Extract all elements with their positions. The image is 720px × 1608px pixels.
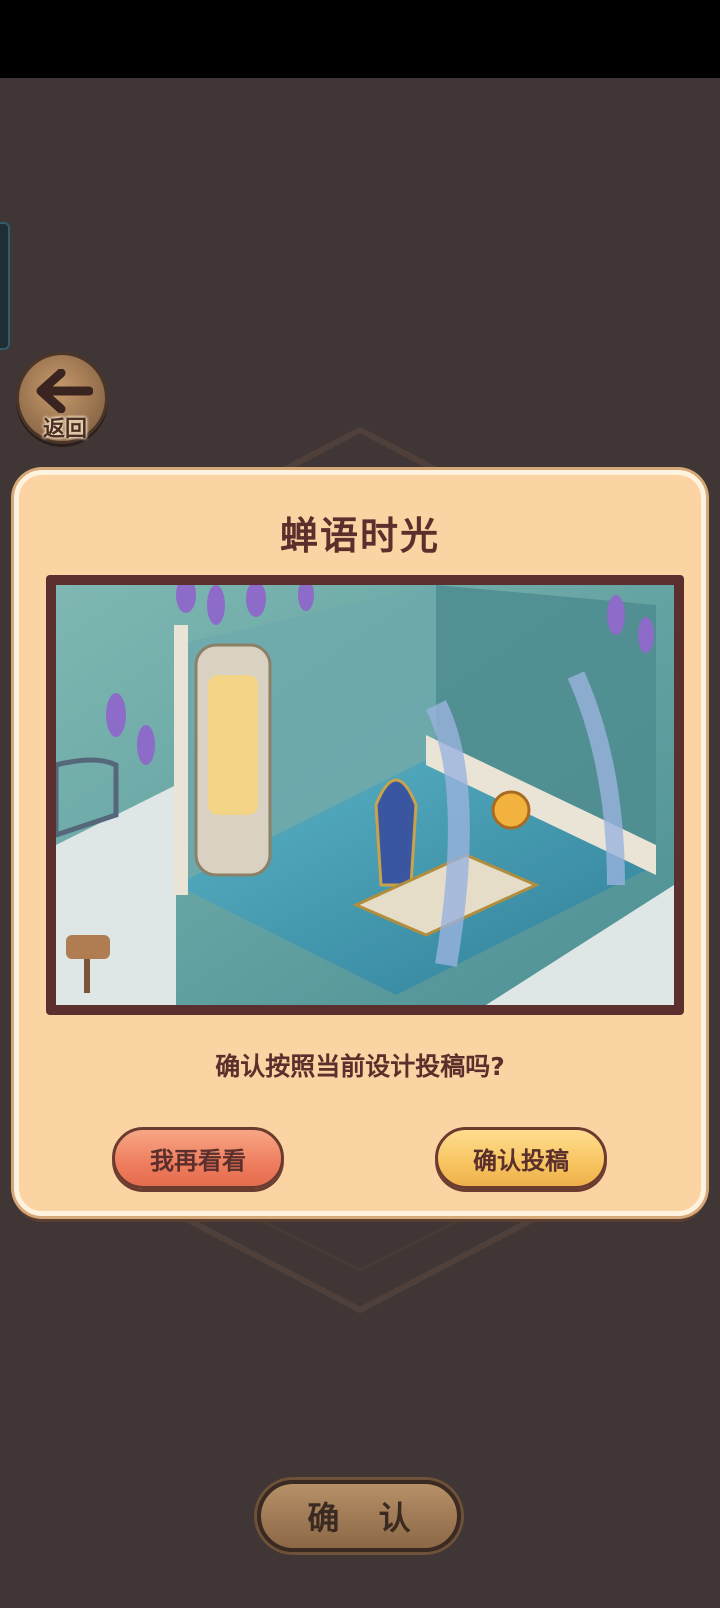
back-label: 返回 <box>42 417 87 442</box>
confirm-submit-button[interactable]: 确认投稿 <box>435 1127 607 1189</box>
dialog-title: 蝉语时光 <box>279 514 440 558</box>
back-button[interactable]: 返回 <box>16 352 108 444</box>
submit-confirm-dialog: 蝉语时光 确认按照当前设计投稿吗? 我再看看 确认投稿 <box>14 470 706 1216</box>
review-again-button[interactable]: 我再看看 <box>112 1127 284 1189</box>
arrow-left-icon <box>36 369 93 413</box>
design-preview-image <box>56 585 674 1005</box>
bottom-confirm-button[interactable]: 确 认 <box>257 1480 461 1552</box>
design-preview-frame <box>46 575 684 1015</box>
dialog-question: 确认按照当前设计投稿吗? <box>215 1052 505 1081</box>
side-tab[interactable] <box>0 222 10 350</box>
